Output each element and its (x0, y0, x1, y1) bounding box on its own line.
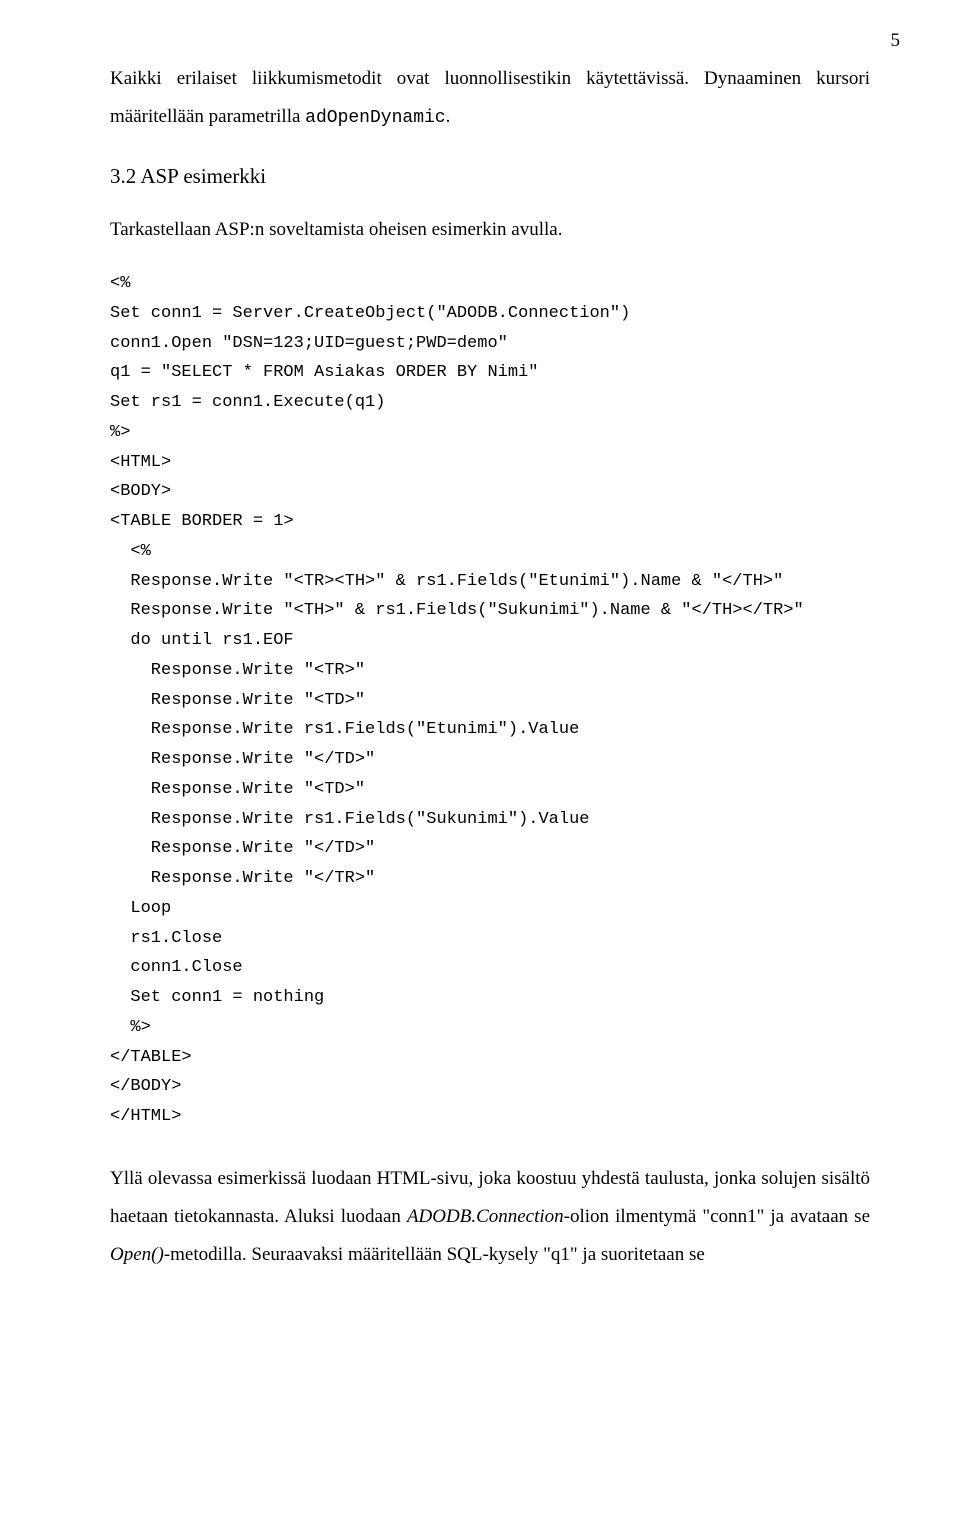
paragraph-1-text-b: . (446, 106, 451, 127)
paragraph-3: Yllä olevassa esimerkissä luodaan HTML-s… (110, 1160, 870, 1274)
paragraph-3-text-c: -metodilla. Seuraavaksi määritellään SQL… (164, 1244, 705, 1265)
asp-code-block: <% Set conn1 = Server.CreateObject("ADOD… (110, 269, 870, 1132)
italic-adodb-connection: ADODB.Connection (407, 1206, 564, 1227)
paragraph-1-text-a: Kaikki erilaiset liikkumismetodit ovat l… (110, 68, 870, 127)
section-heading: 3.2 ASP esimerkki (110, 164, 870, 189)
paragraph-1: Kaikki erilaiset liikkumismetodit ovat l… (110, 60, 870, 136)
inline-code-adopendynamic: adOpenDynamic (305, 108, 445, 128)
italic-open-method: Open() (110, 1244, 164, 1265)
page-number: 5 (891, 30, 901, 52)
paragraph-2: Tarkastellaan ASP:n soveltamista oheisen… (110, 211, 870, 249)
document-page: 5 Kaikki erilaiset liikkumismetodit ovat… (0, 0, 960, 1354)
paragraph-3-text-b: -olion ilmentymä "conn1" ja avataan se (564, 1206, 870, 1227)
